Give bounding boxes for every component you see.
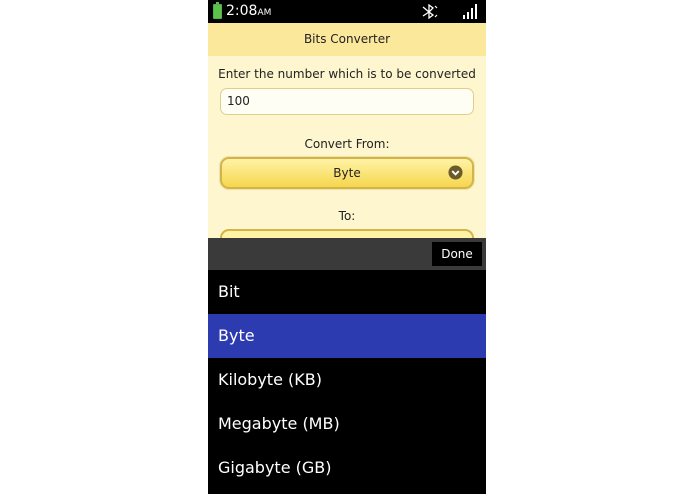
picker-option-kilobyte[interactable]: Kilobyte (KB) (208, 358, 486, 402)
status-bar: 2:08AM (208, 0, 486, 23)
app-title: Bits Converter (208, 23, 486, 56)
picker-option-byte[interactable]: Byte (208, 314, 486, 358)
signal-icon (463, 4, 477, 19)
number-prompt-label: Enter the number which is to be converte… (218, 67, 476, 81)
unit-picker-list: Bit Byte Kilobyte (KB) Megabyte (MB) Gig… (208, 270, 486, 494)
status-clock: 2:08AM (226, 3, 271, 22)
number-input[interactable]: 100 (220, 88, 474, 115)
picker-option-megabyte[interactable]: Megabyte (MB) (208, 402, 486, 446)
convert-from-label: Convert From: (304, 137, 390, 151)
battery-icon (213, 2, 222, 19)
convert-from-value: Byte (333, 166, 361, 180)
convert-from-dropdown[interactable]: Byte (220, 157, 474, 189)
clock-time: 2:08 (226, 3, 258, 19)
picker-option-bit[interactable]: Bit (208, 270, 486, 314)
picker-option-gigabyte[interactable]: Gigabyte (GB) (208, 446, 486, 490)
done-button[interactable]: Done (432, 242, 482, 266)
chevron-down-icon (448, 165, 463, 180)
convert-to-label: To: (338, 209, 356, 223)
phone-screen: 2:08AM Bits Converter Enter the number w… (208, 0, 486, 494)
picker-header: Done (208, 238, 486, 270)
clock-ampm: AM (257, 8, 272, 18)
mute-icon (422, 4, 438, 19)
